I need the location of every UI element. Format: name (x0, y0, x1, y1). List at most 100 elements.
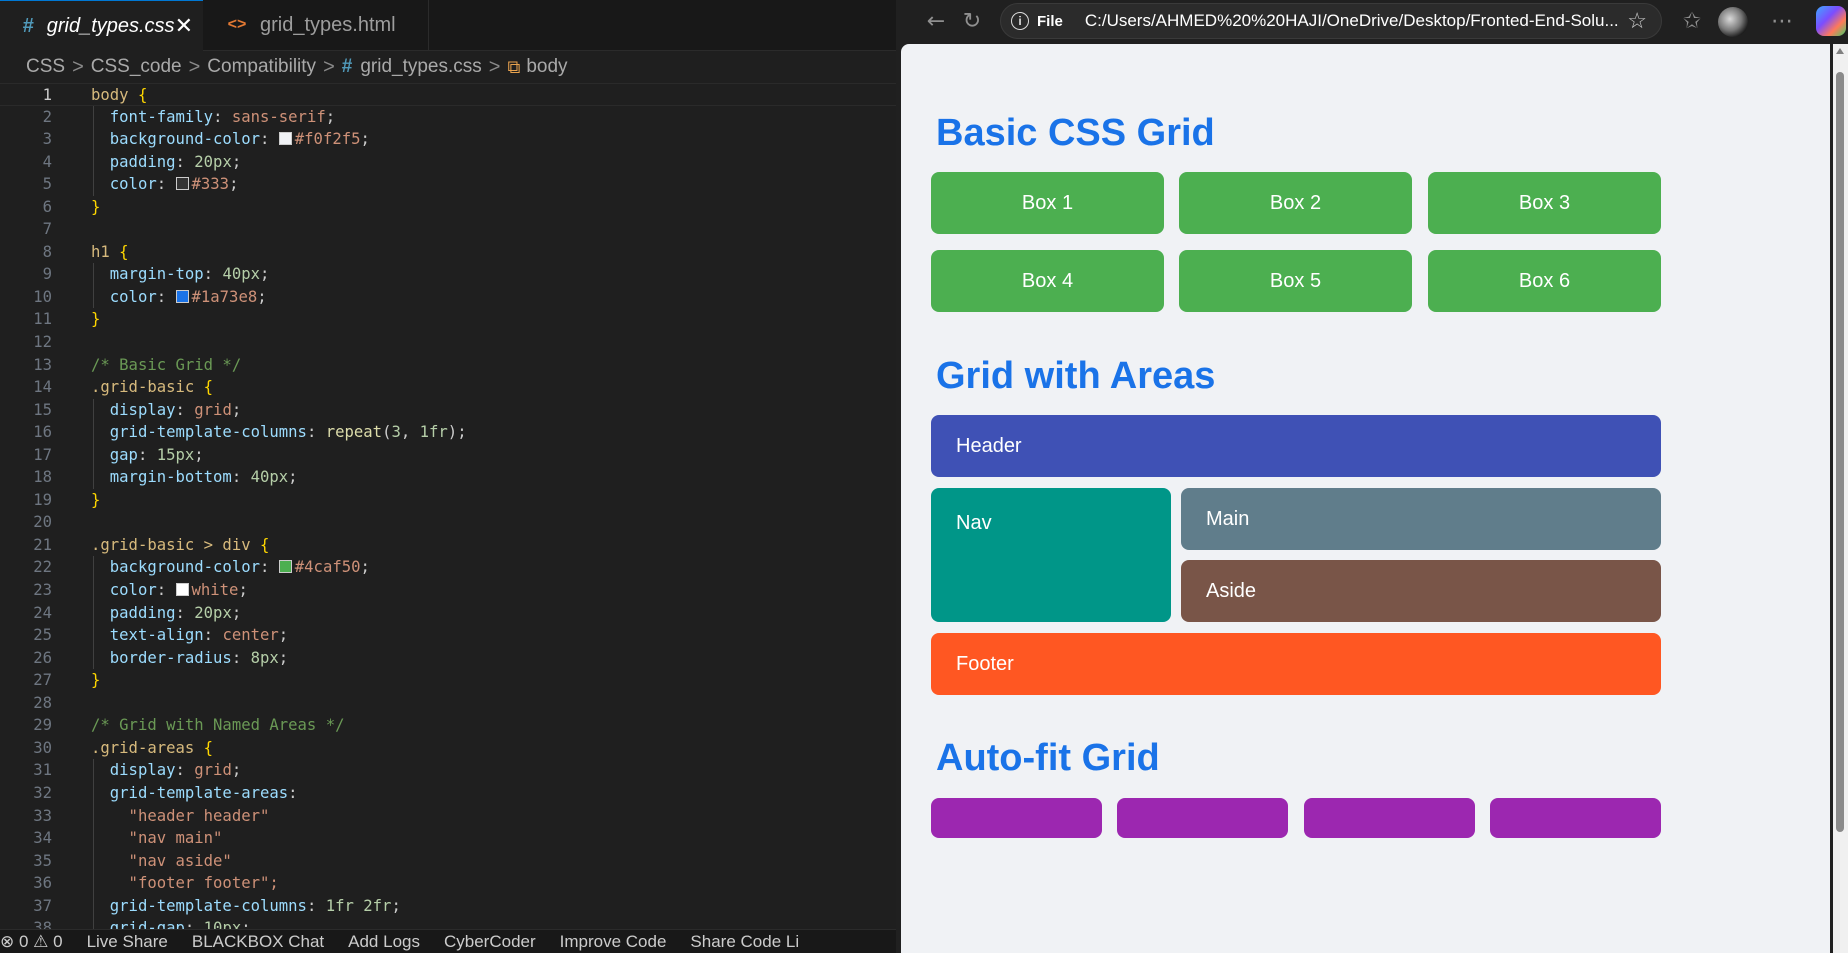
code-line[interactable]: 19} (0, 489, 896, 512)
tab-grid-types-html[interactable]: <> grid_types.html (204, 0, 429, 50)
page-scrollbar[interactable] (1833, 44, 1848, 953)
breadcrumb-item[interactable]: grid_types.css (360, 56, 481, 78)
code-line[interactable]: 18 margin-bottom: 40px; (0, 466, 896, 489)
code-line[interactable]: 9 margin-top: 40px; (0, 263, 896, 286)
address-bar[interactable]: i File C:/Users/AHMED%20%20HAJI/OneDrive… (1000, 3, 1662, 39)
code-line[interactable]: 27} (0, 669, 896, 692)
line-number: 4 (42, 152, 52, 171)
code-line[interactable]: 33 "header header" (0, 804, 896, 828)
copilot-icon[interactable] (1816, 6, 1846, 36)
code-line[interactable]: 26 border-radius: 8px; (0, 646, 896, 670)
line-text: grid-template-columns: 1fr 2fr; (91, 896, 401, 915)
autofit-box (1304, 798, 1475, 838)
css-file-icon: # (341, 56, 353, 77)
line-text: "nav main" (91, 829, 223, 848)
line-text: display: grid; (91, 400, 242, 419)
blackbox-chat-status[interactable]: BLACKBOX Chat (192, 932, 324, 952)
line-number: 27 (33, 671, 52, 690)
code-line[interactable]: 15 display: grid; (0, 398, 896, 422)
code-line[interactable]: 22 background-color: #4caf50; (0, 556, 896, 580)
code-line[interactable]: 24 padding: 20px; (0, 601, 896, 625)
line-number: 16 (33, 423, 52, 442)
breadcrumb-item[interactable]: CSS (26, 56, 65, 78)
url-text[interactable]: C:/Users/AHMED%20%20HAJI/OneDrive/Deskto… (1085, 11, 1625, 31)
favorites-icon[interactable]: ✩ (1678, 8, 1706, 36)
line-number: 33 (33, 806, 52, 825)
editor-tab-bar: # grid_types.css ✕ <> grid_types.html (0, 0, 896, 51)
code-line[interactable]: 25 text-align: center; (0, 624, 896, 647)
avatar[interactable] (1718, 7, 1748, 37)
line-text: margin-bottom: 40px; (91, 468, 298, 487)
code-line[interactable]: 12 (0, 331, 896, 354)
code-line[interactable]: 34 "nav main" (0, 827, 896, 850)
code-line[interactable]: 29 /* Grid with Named Areas */ (0, 714, 896, 737)
problems-status[interactable]: ⊗ 0 ⚠ 0 (0, 932, 63, 952)
tab-grid-types-css[interactable]: # grid_types.css ✕ (0, 0, 203, 51)
code-line[interactable]: 32 grid-template-areas: (0, 781, 896, 805)
code-line[interactable]: 7 (0, 218, 896, 241)
line-number: 29 (33, 716, 52, 735)
scroll-up-icon[interactable] (1836, 48, 1844, 54)
line-text: } (91, 671, 101, 690)
line-text: background-color: #f0f2f5; (91, 130, 370, 149)
close-icon[interactable]: ✕ (175, 13, 193, 39)
line-number: 37 (33, 896, 52, 915)
code-line[interactable]: 10 color: #1a73e8; (0, 285, 896, 309)
code-line[interactable]: 1 body { (0, 83, 896, 106)
line-number: 5 (42, 175, 52, 194)
star-icon[interactable]: ☆ (1627, 8, 1647, 34)
chevron-right-icon: > (488, 55, 501, 78)
heading-grid-areas: Grid with Areas (936, 355, 1216, 397)
cybercoder-status[interactable]: CyberCoder (444, 932, 536, 952)
line-number: 6 (42, 197, 52, 216)
line-number: 17 (33, 445, 52, 464)
line-text: padding: 20px; (91, 152, 242, 171)
code-line[interactable]: 6} (0, 196, 896, 219)
code-line[interactable]: 5 color: #333; (0, 173, 896, 196)
code-line[interactable]: 28 (0, 692, 896, 715)
scrollbar-thumb[interactable] (1836, 72, 1844, 832)
share-code-status[interactable]: Share Code Li (690, 932, 799, 952)
info-icon[interactable]: i (1011, 12, 1029, 30)
more-icon[interactable]: ⋯ (1768, 8, 1796, 36)
breadcrumb-item[interactable]: body (526, 56, 567, 78)
code-line[interactable]: 11} (0, 308, 896, 331)
code-line[interactable]: 35 "nav aside" (0, 849, 896, 873)
code-line[interactable]: 13 /* Basic Grid */ (0, 354, 896, 377)
area-header: Header (931, 415, 1661, 477)
live-share-status[interactable]: Live Share (87, 932, 168, 952)
breadcrumb-item[interactable]: CSS_code (91, 56, 182, 78)
code-line[interactable]: 21 .grid-basic > div { (0, 534, 896, 557)
symbol-class-icon: ⧉ (507, 56, 521, 77)
code-line[interactable]: 14 .grid-basic { (0, 376, 896, 399)
breadcrumb: CSS > CSS_code > Compatibility > # grid_… (0, 52, 896, 82)
code-line[interactable]: 16 grid-template-columns: repeat(3, 1fr)… (0, 421, 896, 444)
line-number: 28 (33, 693, 52, 712)
code-line[interactable]: 36 "footer footer"; (0, 872, 896, 895)
code-line[interactable]: 38 grid-gap: 10px; (0, 917, 896, 929)
code-line[interactable]: 2 font-family: sans-serif; (0, 105, 896, 129)
line-text: font-family: sans-serif; (91, 107, 336, 126)
code-line[interactable]: 20 (0, 511, 896, 534)
back-arrow-icon[interactable]: ← (922, 8, 950, 36)
line-number: 13 (33, 355, 52, 374)
code-line[interactable]: 4 padding: 20px; (0, 150, 896, 174)
code-line[interactable]: 23 color: white; (0, 579, 896, 602)
code-line[interactable]: 3 background-color: #f0f2f5; (0, 128, 896, 151)
add-logs-status[interactable]: Add Logs (348, 932, 420, 952)
code-line[interactable]: 30 .grid-areas { (0, 737, 896, 760)
code-area[interactable]: 1 body {2 font-family: sans-serif; 3 backg… (0, 83, 896, 929)
line-number: 12 (33, 333, 52, 352)
code-line[interactable]: 37 grid-template-columns: 1fr 2fr; (0, 894, 896, 918)
line-number: 23 (33, 581, 52, 600)
breadcrumb-item[interactable]: Compatibility (207, 56, 316, 78)
code-line[interactable]: 17 gap: 15px; (0, 443, 896, 467)
line-text: background-color: #4caf50; (91, 558, 370, 577)
refresh-icon[interactable]: ↻ (958, 8, 986, 36)
improve-code-status[interactable]: Improve Code (560, 932, 667, 952)
code-line[interactable]: 8 h1 { (0, 241, 896, 264)
line-number: 21 (33, 535, 52, 554)
code-line[interactable]: 31 display: grid; (0, 759, 896, 782)
area-nav: Nav (931, 488, 1171, 622)
line-number: 10 (33, 287, 52, 306)
